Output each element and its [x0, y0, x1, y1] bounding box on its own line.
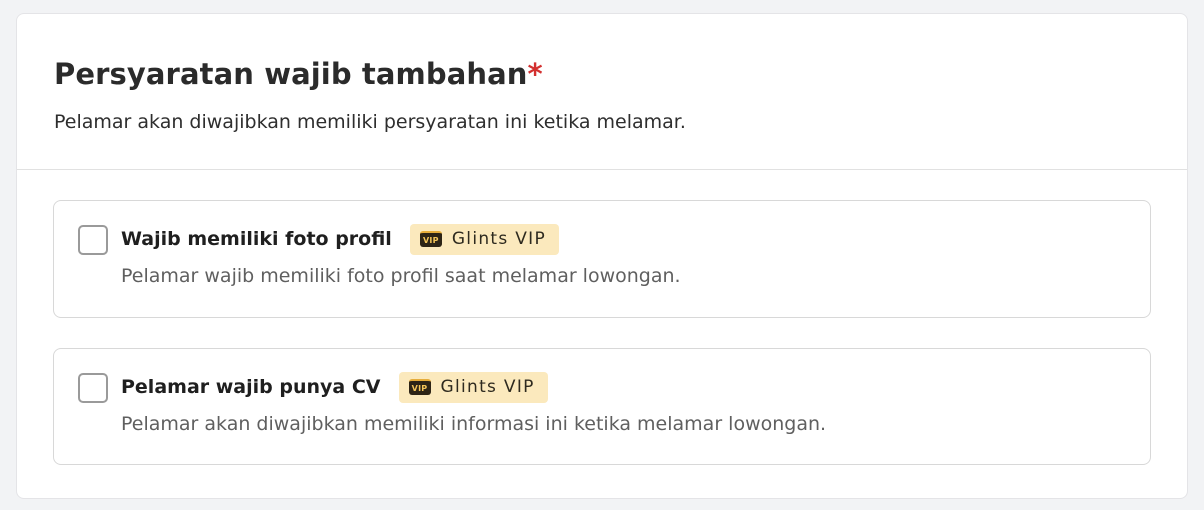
- option-label: Wajib memiliki foto profil: [121, 228, 392, 250]
- requirement-options-list: Wajib memiliki foto profil VIP Glints VI…: [17, 170, 1187, 465]
- cv-checkbox[interactable]: [78, 373, 108, 403]
- glints-vip-badge: VIP Glints VIP: [398, 371, 548, 403]
- option-photo-profile[interactable]: Wajib memiliki foto profil VIP Glints VI…: [53, 200, 1151, 318]
- vip-badge-label: Glints VIP: [440, 376, 535, 397]
- option-title-row: Pelamar wajib punya CV VIP Glints VIP: [121, 371, 548, 403]
- section-subtitle: Pelamar akan diwajibkan memiliki persyar…: [54, 111, 686, 133]
- option-label: Pelamar wajib punya CV: [121, 376, 381, 398]
- section-title-text: Persyaratan wajib tambahan: [54, 57, 528, 91]
- requirements-header: Persyaratan wajib tambahan* Pelamar akan…: [17, 14, 1187, 170]
- vip-badge-label: Glints VIP: [451, 228, 547, 249]
- vip-icon: VIP: [408, 379, 431, 395]
- photo-profile-checkbox[interactable]: [78, 225, 108, 255]
- vip-icon: VIP: [419, 231, 442, 247]
- requirements-card: Persyaratan wajib tambahan* Pelamar akan…: [16, 13, 1188, 499]
- option-cv[interactable]: Pelamar wajib punya CV VIP Glints VIP Pe…: [53, 348, 1151, 465]
- section-title: Persyaratan wajib tambahan*: [54, 54, 1187, 94]
- option-title-row: Wajib memiliki foto profil VIP Glints VI…: [121, 223, 560, 255]
- option-description: Pelamar wajib memiliki foto profil saat …: [121, 265, 681, 287]
- glints-vip-badge: VIP Glints VIP: [409, 223, 560, 255]
- option-description: Pelamar akan diwajibkan memiliki informa…: [121, 413, 827, 435]
- required-marker: *: [527, 57, 543, 91]
